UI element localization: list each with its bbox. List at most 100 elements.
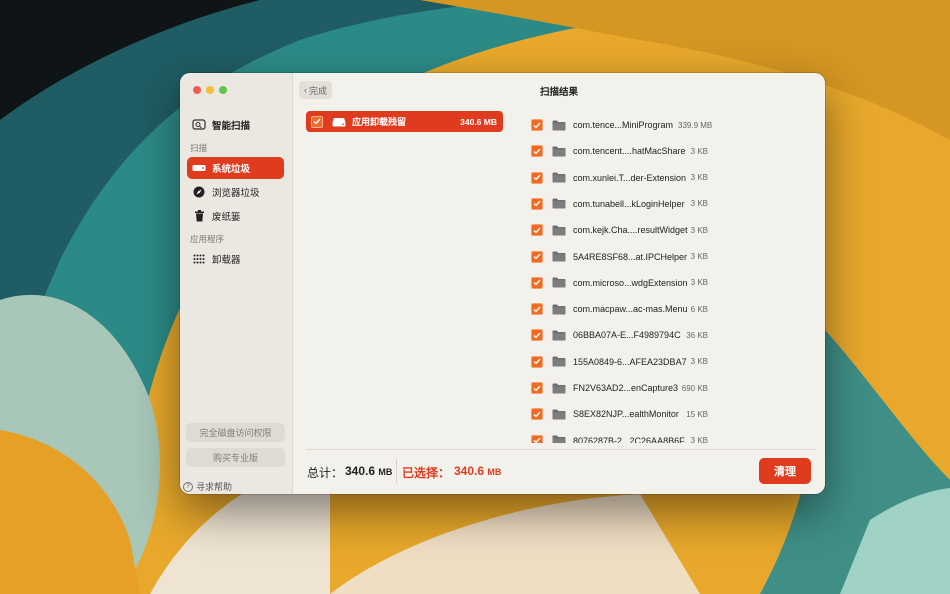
folder-icon <box>552 198 566 209</box>
file-size: 6 KB <box>690 304 708 314</box>
check-icon <box>533 200 541 207</box>
drive-icon <box>332 117 346 126</box>
file-checkbox[interactable] <box>531 145 543 158</box>
sidebar-item-browser-junk[interactable]: 浏览器垃圾 <box>187 181 284 203</box>
file-size: 3 KB <box>690 436 708 443</box>
check-icon <box>533 411 541 418</box>
zoom-window-button[interactable] <box>219 86 227 94</box>
sidebar-item-trash[interactable]: 废纸篓 <box>187 205 284 227</box>
file-size: 3 KB <box>690 146 708 156</box>
file-row[interactable]: 06BBA07A-E...F4989794C 36 KB <box>530 325 720 345</box>
file-row[interactable]: com.macpaw...ac-mas.Menu 6 KB <box>530 299 720 319</box>
file-checkbox[interactable] <box>531 434 543 443</box>
folder-icon <box>552 409 566 420</box>
minimize-window-button[interactable] <box>206 86 214 94</box>
chevron-left-icon: ‹ <box>303 85 307 95</box>
drive-icon <box>192 161 206 175</box>
help-label: 寻求帮助 <box>196 482 233 492</box>
file-row[interactable]: com.kejk.Cha....resultWidget 3 KB <box>530 220 720 240</box>
check-icon <box>533 358 541 365</box>
clean-button[interactable]: 清理 <box>759 458 811 484</box>
file-checkbox[interactable] <box>531 197 543 210</box>
file-row[interactable]: com.microso...wdgExtension 3 KB <box>530 273 720 293</box>
page-title: 扫描结果 <box>540 87 579 98</box>
sidebar-item-label: 卸载器 <box>212 255 241 266</box>
file-checkbox[interactable] <box>531 250 543 263</box>
file-checkbox[interactable] <box>531 119 543 131</box>
file-checkbox[interactable] <box>531 355 543 368</box>
file-size: 36 KB <box>686 330 708 340</box>
file-row[interactable]: FN2V63AD2...enCapture3 690 KB <box>530 378 720 398</box>
sidebar-item-label: 系统垃圾 <box>212 164 251 175</box>
file-checkbox[interactable] <box>531 224 543 237</box>
file-name: FN2V63AD2...enCapture3 <box>573 383 679 393</box>
file-size: 3 KB <box>690 252 708 261</box>
folder-icon <box>552 304 566 315</box>
file-size: 15 KB <box>686 409 708 419</box>
file-checkbox[interactable] <box>531 171 543 184</box>
file-size: 3 KB <box>690 173 708 183</box>
file-name: 5A4RE8SF68...at.IPCHelper <box>573 251 688 262</box>
file-checkbox[interactable] <box>531 303 543 316</box>
file-row[interactable]: S8EX82NJP...ealthMonitor 15 KB <box>530 404 720 424</box>
help-link[interactable]: ? 寻求帮助 <box>183 480 232 493</box>
file-name: 06BBA07A-E...F4989794C <box>573 330 681 341</box>
selected-label: 已选择： <box>402 466 451 480</box>
check-icon <box>533 253 541 260</box>
sidebar-item-label: 智能扫描 <box>212 121 251 132</box>
file-name: com.macpaw...ac-mas.Menu <box>573 304 688 315</box>
file-name: 8076287B-2...2C26AA8B6F <box>573 435 685 443</box>
folder-icon <box>552 172 566 183</box>
file-row[interactable]: 8076287B-2...2C26AA8B6F 3 KB <box>530 431 720 443</box>
total-unit: MB <box>378 467 393 477</box>
category-size: 340.6 MB <box>460 116 497 127</box>
folder-icon <box>552 356 566 367</box>
folder-icon <box>552 225 566 236</box>
selected-number: 340.6 <box>454 464 485 478</box>
file-name: com.kejk.Cha....resultWidget <box>573 225 688 236</box>
file-row[interactable]: com.xunlei.T...der-Extension 3 KB <box>530 168 720 188</box>
file-checkbox[interactable] <box>531 382 543 394</box>
file-size: 3 KB <box>690 225 708 235</box>
sidebar-item-uninstaller[interactable]: 卸载器 <box>187 248 284 270</box>
selected-unit: MB <box>487 467 502 477</box>
full-disk-access-button[interactable]: 完全磁盘访问权限 <box>186 423 285 442</box>
file-name: com.tunabell...kLoginHelper <box>573 198 685 209</box>
file-row[interactable]: com.tence...MiniProgram 339.9 MB <box>530 115 720 135</box>
check-icon <box>533 122 541 129</box>
footer-separator <box>396 459 397 483</box>
file-row[interactable]: 155A0849-6...AFEA23DBA7 3 KB <box>530 352 720 372</box>
folder-icon <box>552 146 566 157</box>
buy-pro-button[interactable]: 购买专业版 <box>186 448 285 467</box>
category-checkbox[interactable] <box>311 115 323 128</box>
folder-icon <box>552 251 566 262</box>
section-apps-heading: 应用程序 <box>190 234 225 244</box>
folder-icon <box>552 277 566 288</box>
file-name: com.xunlei.T...der-Extension <box>573 172 687 183</box>
category-name: 应用卸载残留 <box>352 117 407 127</box>
back-button[interactable]: ‹ 完成 <box>299 81 332 99</box>
check-icon <box>533 437 541 443</box>
file-list[interactable]: com.tence...MiniProgram 339.9 MB com.tence… <box>530 112 822 443</box>
file-row[interactable]: 5A4RE8SF68...at.IPCHelper 3 KB <box>530 247 720 267</box>
file-size: 339.9 MB <box>678 120 713 130</box>
file-row[interactable]: com.tunabell...kLoginHelper 3 KB <box>530 194 720 214</box>
total-value: 340.6 MB <box>345 464 392 478</box>
file-checkbox[interactable] <box>531 276 543 289</box>
sidebar-item-system-junk[interactable]: 系统垃圾 <box>187 157 284 179</box>
section-scan-heading: 扫描 <box>190 143 208 153</box>
file-checkbox[interactable] <box>531 329 543 342</box>
smart-scan-icon <box>192 118 206 132</box>
file-name: com.tence...MiniProgram <box>573 120 674 130</box>
total-number: 340.6 <box>345 464 376 478</box>
file-checkbox[interactable] <box>531 408 543 421</box>
check-icon <box>533 148 541 155</box>
check-icon <box>533 306 541 313</box>
category-row[interactable]: 应用卸载残留 340.6 MB <box>306 111 503 132</box>
file-row[interactable]: com.tencent....hatMacShare 3 KB <box>530 141 720 161</box>
close-window-button[interactable] <box>193 86 201 94</box>
sidebar-item-label: 废纸篓 <box>212 212 241 223</box>
file-name: 155A0849-6...AFEA23DBA7 <box>573 356 687 367</box>
sidebar-item-smart-scan[interactable]: 智能扫描 <box>187 114 284 136</box>
compass-icon <box>192 185 206 199</box>
